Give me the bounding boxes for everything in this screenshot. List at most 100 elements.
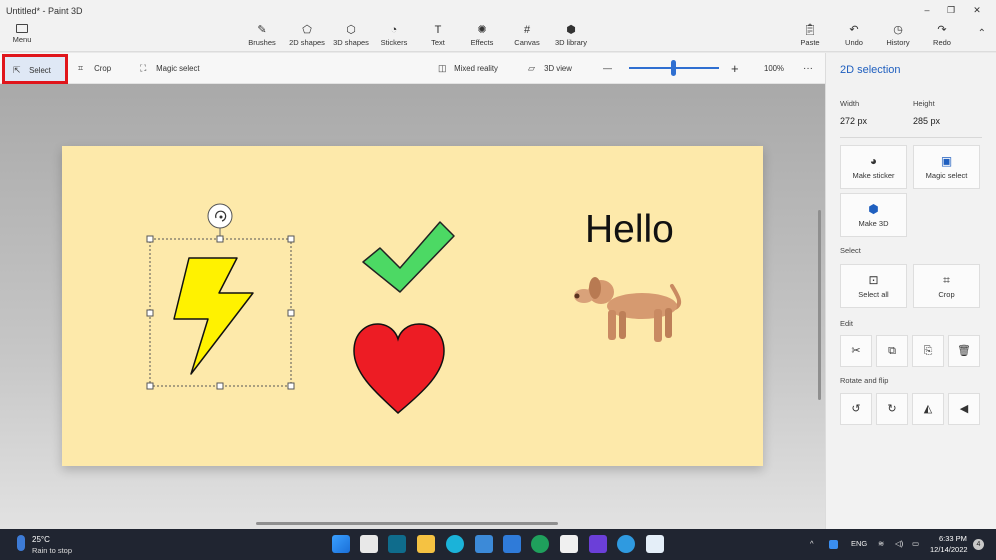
zoom-in-button[interactable]: + [731,53,739,84]
undo-button[interactable]: ↶ Undo [842,24,866,47]
make-sticker-button[interactable]: ◕ Make sticker [840,145,907,189]
stickers-label: Stickers [380,38,408,47]
defender-icon[interactable] [829,540,838,549]
make-3d-button[interactable]: ⬢ Make 3D [840,193,907,237]
weather-icon[interactable] [17,535,25,551]
edit-section-label: Edit [840,319,853,328]
lightning-bolt-shape[interactable] [173,257,254,375]
check-mark-shape[interactable] [362,221,455,293]
delete-button[interactable]: 🗑︎ [948,335,980,367]
store-icon[interactable] [388,535,406,553]
weather-temperature[interactable]: 25°C [32,535,50,544]
text-tool[interactable]: T Text [424,24,452,47]
select-button[interactable]: ⇱ Select [2,54,68,84]
magic-select-icon: ▣ [940,154,953,168]
history-label: History [886,38,910,47]
divider [840,137,982,138]
magic-select-button[interactable]: ⛶ Magic select [140,53,200,84]
dog-3d-model[interactable] [574,277,682,342]
flip-horizontal-button[interactable]: ◭ [912,393,944,425]
rotate-icon-dot [219,215,223,219]
canva-icon[interactable] [446,535,464,553]
3d-shapes-label: 3D shapes [333,38,369,47]
hello-text[interactable]: Hello [585,208,674,252]
redo-icon: ↷ [937,24,947,36]
vertical-scrollbar[interactable] [818,210,821,400]
mixed-reality-button[interactable]: ◫ Mixed reality [438,53,498,84]
redo-button[interactable]: ↷ Redo [931,24,953,47]
task-view-icon[interactable] [360,535,378,553]
2d-shapes-tool[interactable]: ⬠ 2D shapes [286,24,328,47]
heart-shape[interactable] [353,323,445,415]
copy-button[interactable]: ⧉ [876,335,908,367]
cut-button[interactable]: ✂ [840,335,872,367]
history-button[interactable]: ◷ History [884,24,912,47]
weather-description[interactable]: Rain to stop [32,546,72,555]
width-label: Width [840,99,860,108]
cube-icon: ⬢ [868,202,879,216]
mail-icon[interactable] [503,535,521,553]
paint-3d-icon[interactable] [589,535,607,553]
zoom-out-button[interactable]: — [603,53,612,84]
crop-button[interactable]: ⌗ Crop [78,53,111,84]
canvas[interactable]: Hello [62,146,763,466]
clock-date[interactable]: 12/14/2022 [930,545,968,554]
brushes-tool[interactable]: ✎ Brushes [246,24,278,47]
stickers-icon: ◔ [390,24,398,36]
collapse-ribbon-icon[interactable]: ⌃ [978,28,986,39]
paste-button[interactable]: 📋︎ Paste [798,24,822,47]
select-all-label: Select all [858,290,889,299]
zoom-level[interactable]: 100% [764,53,784,84]
3d-view-button[interactable]: ▱ 3D view [528,53,572,84]
undo-icon: ↶ [849,24,859,36]
menu-button[interactable]: Menu [6,24,38,44]
select-section-label: Select [840,246,861,255]
menu-icon [16,24,28,33]
width-value[interactable]: 272 px [840,116,867,126]
photo-viewer-icon[interactable] [646,535,664,553]
effects-tool[interactable]: ✺ Effects [467,24,497,47]
cursor-icon: ⇱ [13,65,21,75]
3d-library-tool[interactable]: ⬢ 3D library [551,24,591,47]
rotate-left-button[interactable]: ↺ [840,393,872,425]
volume-icon[interactable]: ◁) [895,539,903,548]
battery-icon[interactable]: ▭ [912,539,919,548]
start-icon[interactable] [332,535,350,553]
horizontal-scrollbar[interactable] [256,522,558,525]
browser-icon[interactable] [617,535,635,553]
flip-vertical-icon: ◀ [959,403,969,415]
panel-magic-select-button[interactable]: ▣ Magic select [913,145,980,189]
photos-icon[interactable] [560,535,578,553]
more-options-button[interactable]: ··· [803,53,813,84]
canvas-drawing [146,203,682,415]
menu-label: Menu [12,35,32,44]
magic-select-icon: ⛶ [140,63,147,73]
workspace[interactable]: Hello [0,84,825,529]
effects-icon: ✺ [477,24,487,36]
zoom-slider-thumb[interactable] [671,60,676,76]
canvas-tool[interactable]: # Canvas [512,24,542,47]
stickers-tool[interactable]: ◔ Stickers [378,24,410,47]
flip-vertical-button[interactable]: ◀ [948,393,980,425]
file-explorer-icon[interactable] [417,535,435,553]
wifi-icon[interactable]: ≋ [878,539,884,548]
maximize-button[interactable]: ❐ [940,3,962,17]
notification-badge[interactable]: 4 [973,539,984,550]
paste-panel-button[interactable]: ⎘ [912,335,944,367]
rotate-right-button[interactable]: ↻ [876,393,908,425]
minimize-button[interactable]: – [916,3,938,17]
height-value[interactable]: 285 px [913,116,940,126]
crop-icon: ⌗ [943,273,950,287]
language-indicator[interactable]: ENG [851,539,867,548]
select-label: Select [29,66,51,75]
panel-crop-button[interactable]: ⌗ Crop [913,264,980,308]
edge-icon[interactable] [531,535,549,553]
close-button[interactable]: ✕ [966,3,988,17]
select-all-button[interactable]: ⊡ Select all [840,264,907,308]
3d-shapes-tool[interactable]: ⬡ 3D shapes [330,24,372,47]
tray-expand-icon[interactable]: ^ [810,539,814,548]
notepad-icon[interactable] [475,535,493,553]
undo-label: Undo [845,38,863,47]
text-icon: T [434,24,442,36]
clock-time[interactable]: 6:33 PM [939,534,967,543]
